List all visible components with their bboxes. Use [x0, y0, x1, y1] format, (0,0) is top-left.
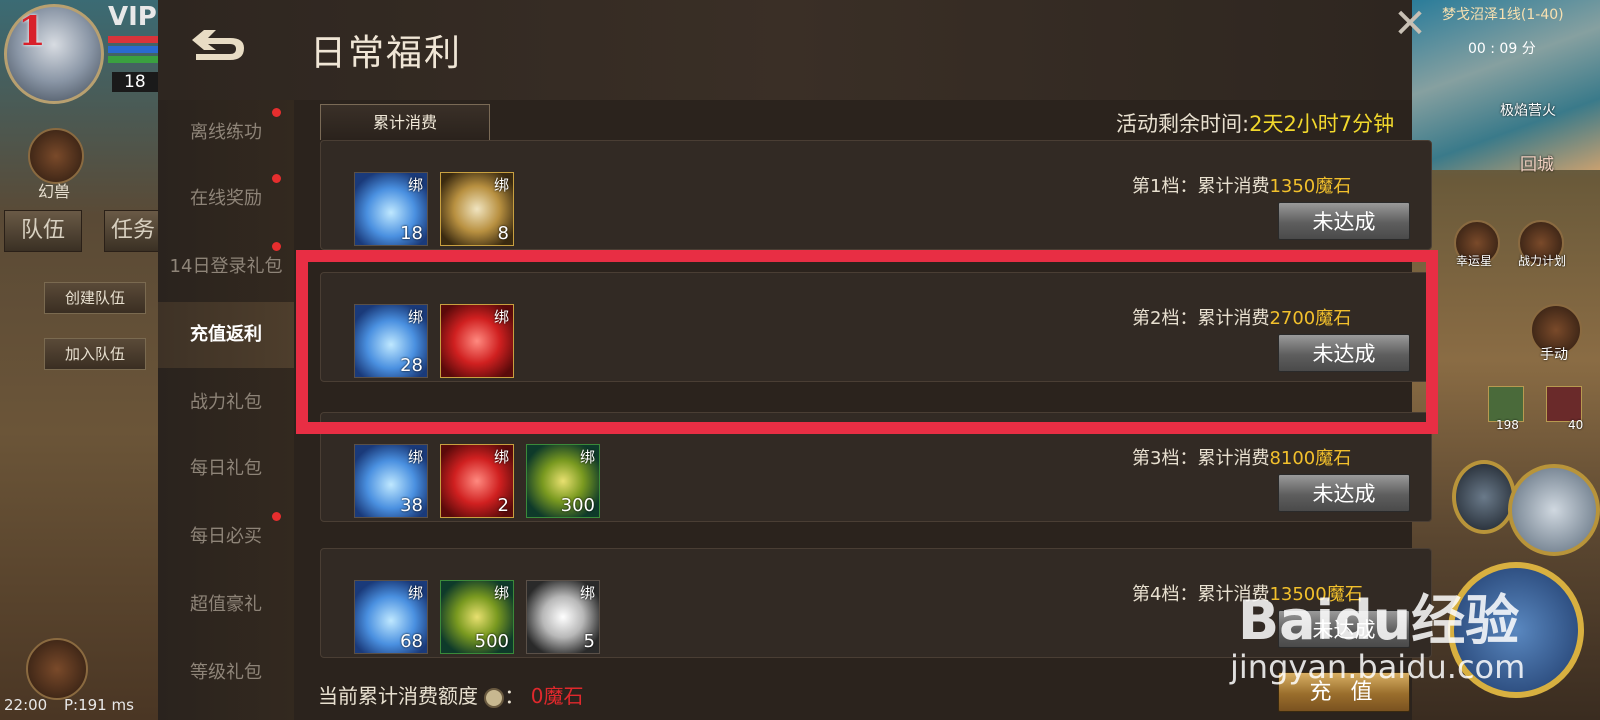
remaining-time: 活动剩余时间:2天2小时7分钟: [1116, 108, 1394, 138]
vip-label: VIP: [108, 2, 157, 32]
tier-label: 第3档：累计消费8100魔石: [1132, 444, 1351, 470]
manual-label: 手动: [1540, 347, 1568, 363]
sidebar-item-label: 充值返利: [190, 324, 262, 345]
colon: ：: [504, 684, 525, 708]
clock: 22:00: [4, 696, 48, 714]
tab-team[interactable]: 队伍: [4, 210, 82, 252]
item-count: 5: [583, 631, 595, 652]
red-dot-badge: [272, 512, 281, 521]
tab-quest[interactable]: 任务: [104, 210, 162, 252]
sidebar-item-7[interactable]: 超值豪礼: [158, 572, 294, 638]
blue-crystal-icon[interactable]: 绑 18: [354, 172, 428, 246]
highlight-frame: [296, 250, 1438, 434]
item-count: 8: [497, 223, 509, 244]
potion-slot-1[interactable]: [1488, 386, 1524, 422]
potion-count-1: 198: [1496, 418, 1519, 432]
green-coin-icon[interactable]: 绑 500: [440, 580, 514, 654]
item-count: 18: [400, 223, 423, 244]
baidu-watermark: Baidu经验: [1238, 589, 1520, 652]
vip-level-number: 1: [18, 8, 46, 55]
blue-crystal-icon[interactable]: 绑 38: [354, 444, 428, 518]
remaining-time-label: 活动剩余时间:: [1116, 112, 1250, 136]
silver-ore-icon[interactable]: 绑5: [526, 580, 600, 654]
current-spend-label: 当前累计消费额度: [318, 684, 478, 708]
tier-label-text: 第1档：累计消费: [1132, 176, 1270, 197]
minimap[interactable]: [1412, 0, 1600, 170]
map-name: 梦戈沼泽1线(1-40): [1442, 7, 1564, 23]
pet-label: 幻兽: [38, 182, 71, 201]
map-place: 极焰营火: [1500, 103, 1556, 119]
blue-crystal-icon[interactable]: 绑 68: [354, 580, 428, 654]
sidebar-item-label: 离线练功: [190, 122, 262, 143]
mp-bar: [108, 46, 158, 53]
tier-amount: 1350魔石: [1269, 176, 1352, 197]
bind-mark: 绑: [407, 448, 423, 466]
ping: P:191 ms: [64, 696, 134, 714]
bind-mark: 绑: [579, 448, 595, 466]
sidebar-item-3[interactable]: 充值返利: [158, 302, 294, 368]
gold-shield-icon[interactable]: 绑8: [440, 172, 514, 246]
sidebar-item-label: 超值豪礼: [190, 594, 262, 615]
bind-mark: 绑: [493, 176, 509, 194]
back-arrow-icon[interactable]: [190, 30, 250, 70]
panel-title: 日常福利: [310, 33, 463, 74]
tier-label-text: 第3档：累计消费: [1132, 448, 1270, 469]
sidebar-item-label: 每日礼包: [190, 458, 262, 479]
red-dot-badge: [272, 174, 281, 183]
bind-mark: 绑: [579, 584, 595, 602]
red-dot-badge: [272, 108, 281, 117]
pet-icon[interactable]: [28, 128, 84, 184]
item-count: 38: [400, 495, 423, 516]
map-timer: 00 : 09 分: [1468, 41, 1536, 57]
mount-icon[interactable]: [26, 638, 88, 700]
potion-slot-2[interactable]: [1546, 386, 1582, 422]
tier-label: 第1档：累计消费1350魔石: [1132, 172, 1351, 198]
skill-icon-1[interactable]: [1452, 460, 1516, 534]
sidebar-item-label: 在线奖励: [190, 188, 262, 209]
sidebar-item-label: 等级礼包: [190, 662, 262, 683]
bind-mark: 绑: [493, 584, 509, 602]
remaining-time-value: 2天2小时7分钟: [1249, 112, 1395, 136]
skill-icon-2[interactable]: [1508, 464, 1600, 556]
current-spend-value: 0魔石: [530, 684, 584, 708]
player-level: 18: [112, 72, 158, 92]
join-team-button[interactable]: 加入队伍: [44, 338, 146, 370]
sidebar-item-label: 每日必买: [190, 526, 262, 547]
exp-bar: [108, 56, 158, 63]
tab-cumulative-spend[interactable]: 累计消费: [320, 104, 490, 140]
baidu-watermark-url: jingyan.baidu.com: [1230, 648, 1526, 686]
battle-plan-label: 战力计划: [1518, 254, 1567, 268]
red-dot-badge: [272, 242, 281, 251]
sidebar-item-label: 战力礼包: [190, 392, 262, 413]
not-reached-button[interactable]: 未达成: [1278, 202, 1410, 240]
bind-mark: 绑: [407, 176, 423, 194]
close-icon[interactable]: ✕: [1392, 4, 1428, 44]
return-city[interactable]: 回城: [1520, 150, 1554, 175]
red-gem-icon[interactable]: 绑2: [440, 444, 514, 518]
current-spend: 当前累计消费额度 ： 0魔石: [318, 680, 583, 709]
not-reached-button[interactable]: 未达成: [1278, 474, 1410, 512]
tier-amount: 8100魔石: [1269, 448, 1352, 469]
lucky-star-label: 幸运星: [1456, 254, 1493, 268]
sidebar-item-4[interactable]: 战力礼包: [158, 370, 294, 436]
magnifier-icon[interactable]: [484, 687, 505, 708]
item-count: 68: [400, 631, 423, 652]
sidebar-item-label: 14日登录礼包: [169, 256, 283, 277]
bind-mark: 绑: [407, 584, 423, 602]
bind-mark: 绑: [493, 448, 509, 466]
item-count: 300: [560, 495, 595, 516]
sidebar-item-8[interactable]: 等级礼包: [158, 640, 294, 706]
item-count: 2: [497, 495, 509, 516]
green-coin-icon[interactable]: 绑 300: [526, 444, 600, 518]
item-count: 500: [474, 631, 509, 652]
hp-bar: [108, 36, 158, 43]
create-team-button[interactable]: 创建队伍: [44, 282, 146, 314]
sidebar-item-5[interactable]: 每日礼包: [158, 436, 294, 502]
potion-count-2: 40: [1568, 418, 1584, 432]
